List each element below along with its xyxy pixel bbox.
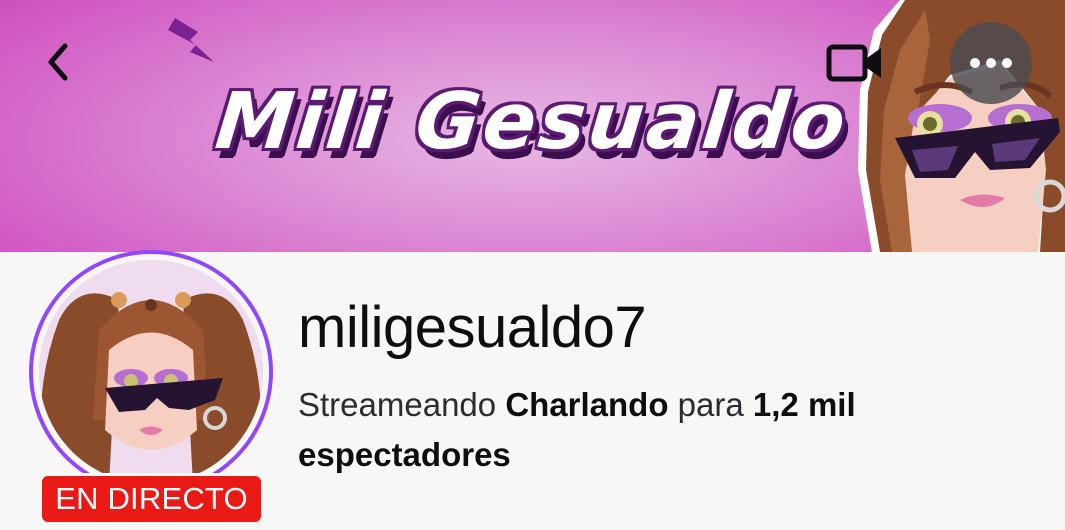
stream-status: Streameando Charlando para 1,2 mil espec…	[298, 380, 1038, 480]
channel-avatar-container[interactable]	[29, 250, 273, 494]
viewer-suffix: espectadores	[298, 436, 511, 473]
status-middle: para	[677, 386, 744, 423]
viewer-count: 1,2 mil	[752, 386, 856, 423]
more-options-button[interactable]	[950, 22, 1032, 104]
avatar[interactable]	[39, 260, 263, 484]
live-badge: EN DIRECTO	[39, 473, 264, 525]
video-camera-button[interactable]	[822, 38, 888, 88]
category-link[interactable]: Charlando	[505, 386, 668, 423]
channel-banner: Mili Gesualdo	[0, 0, 1065, 252]
more-horizontal-icon	[970, 58, 1012, 68]
channel-name[interactable]: miligesualdo7	[298, 294, 647, 361]
banner-title: Mili Gesualdo	[211, 77, 853, 167]
lightning-bolt-icon	[168, 18, 214, 62]
video-camera-icon	[826, 44, 881, 82]
avatar-illustration	[39, 260, 263, 484]
chevron-left-icon	[48, 43, 68, 81]
status-prefix: Streameando	[298, 386, 497, 423]
back-button[interactable]	[34, 38, 82, 86]
